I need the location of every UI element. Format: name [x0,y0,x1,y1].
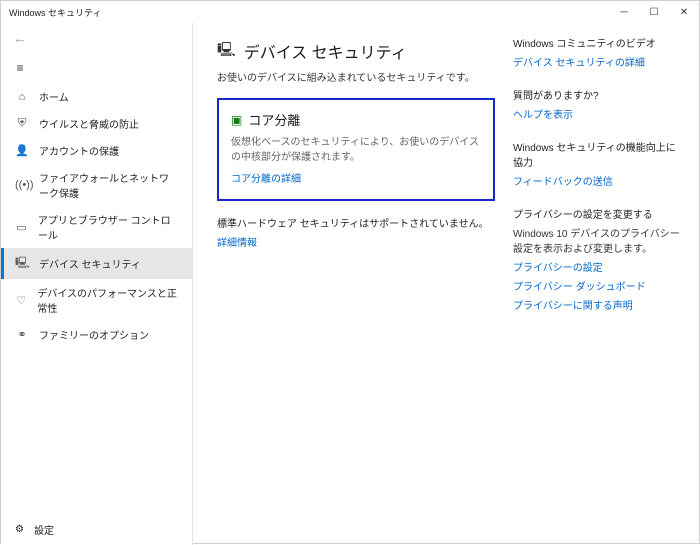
home-icon: ⌂ [15,91,29,103]
sidebar-item-label: アカウントの保護 [39,143,119,158]
family-icon: ⚭ [15,328,29,341]
shield-icon: ⛨ [15,117,29,130]
main-content: 🖳 デバイス セキュリティ お使いのデバイスに組み込まれているセキュリティです。… [193,23,699,545]
feedback-link[interactable]: フィードバックの送信 [513,173,683,188]
feedback-section: Windows セキュリティの機能向上に協力 フィードバックの送信 [513,139,683,188]
antenna-icon: ((•)) [15,179,29,191]
sidebar-item-home[interactable]: ⌂ ホーム [1,83,192,110]
page-subtitle: お使いのデバイスに組み込まれているセキュリティです。 [217,69,495,84]
window-icon: ▭ [15,221,28,234]
sidebar-item-label: ホーム [39,89,69,104]
sidebar-item-label: ファイアウォールとネットワーク保護 [39,170,178,200]
sidebar-item-label: ファミリーのオプション [39,327,149,342]
privacy-text: Windows 10 デバイスのプライバシー設定を表示および変更します。 [513,225,683,255]
privacy-heading: プライバシーの設定を変更する [513,206,683,221]
hw-security-text: 標準ハードウェア セキュリティはサポートされていません。 [217,215,495,230]
core-isolation-card: ▣ コア分離 仮想化ベースのセキュリティにより、お使いのデバイスの中核部分が保護… [217,98,495,201]
core-isolation-heading: コア分離 [248,110,300,129]
sidebar: ← ≡ ⌂ ホーム ⛨ ウイルスと脅威の防止 👤 アカウントの保護 ((•)) … [1,23,193,545]
community-link[interactable]: デバイス セキュリティの詳細 [513,54,683,69]
sidebar-item-firewall[interactable]: ((•)) ファイアウォールとネットワーク保護 [1,164,192,206]
maximize-button[interactable]: ☐ [639,1,669,23]
gear-icon: ⚙ [15,524,24,535]
window-title: Windows セキュリティ [9,6,101,19]
back-button[interactable]: ← [5,23,35,53]
heart-icon: ♡ [15,294,27,307]
feedback-heading: Windows セキュリティの機能向上に協力 [513,139,683,169]
sidebar-item-settings[interactable]: ⚙ 設定 [1,513,192,545]
hw-security-section: 標準ハードウェア セキュリティはサポートされていません。 詳細情報 [217,215,495,249]
community-heading: Windows コミュニティのビデオ [513,35,683,50]
help-heading: 質問がありますか? [513,87,683,102]
sidebar-item-label: デバイス セキュリティ [39,256,141,271]
community-section: Windows コミュニティのビデオ デバイス セキュリティの詳細 [513,35,683,69]
sidebar-item-app-browser[interactable]: ▭ アプリとブラウザー コントロール [1,206,192,248]
chip-icon: ▣ [231,113,242,127]
sidebar-item-account[interactable]: 👤 アカウントの保護 [1,137,192,164]
minimize-button[interactable]: ─ [609,1,639,23]
sidebar-item-performance[interactable]: ♡ デバイスのパフォーマンスと正常性 [1,279,192,321]
right-panel: Windows コミュニティのビデオ デバイス セキュリティの詳細 質問がありま… [513,35,683,533]
page-title: デバイス セキュリティ [244,39,407,63]
titlebar: Windows セキュリティ ─ ☐ ✕ [1,1,699,23]
person-icon: 👤 [15,144,29,157]
help-section: 質問がありますか? ヘルプを表示 [513,87,683,121]
privacy-statement-link[interactable]: プライバシーに関する声明 [513,297,683,312]
sidebar-item-label: 設定 [34,522,54,537]
hw-security-link[interactable]: 詳細情報 [217,234,495,249]
close-button[interactable]: ✕ [669,1,699,23]
help-link[interactable]: ヘルプを表示 [513,106,683,121]
privacy-settings-link[interactable]: プライバシーの設定 [513,259,683,274]
hamburger-button[interactable]: ≡ [5,53,35,83]
sidebar-item-device-security[interactable]: 🖳 デバイス セキュリティ [1,248,192,279]
core-isolation-desc: 仮想化ベースのセキュリティにより、お使いのデバイスの中核部分が保護されます。 [231,133,481,163]
sidebar-item-label: アプリとブラウザー コントロール [38,212,178,242]
device-security-icon: 🖳 [217,39,236,63]
core-isolation-link[interactable]: コア分離の詳細 [231,174,301,185]
sidebar-item-virus[interactable]: ⛨ ウイルスと脅威の防止 [1,110,192,137]
privacy-dashboard-link[interactable]: プライバシー ダッシュボード [513,278,683,293]
device-icon: 🖳 [15,254,29,273]
sidebar-item-label: ウイルスと脅威の防止 [39,116,139,131]
privacy-section: プライバシーの設定を変更する Windows 10 デバイスのプライバシー設定を… [513,206,683,312]
sidebar-item-label: デバイスのパフォーマンスと正常性 [37,285,178,315]
sidebar-item-family[interactable]: ⚭ ファミリーのオプション [1,321,192,348]
page-title-row: 🖳 デバイス セキュリティ [217,39,495,63]
